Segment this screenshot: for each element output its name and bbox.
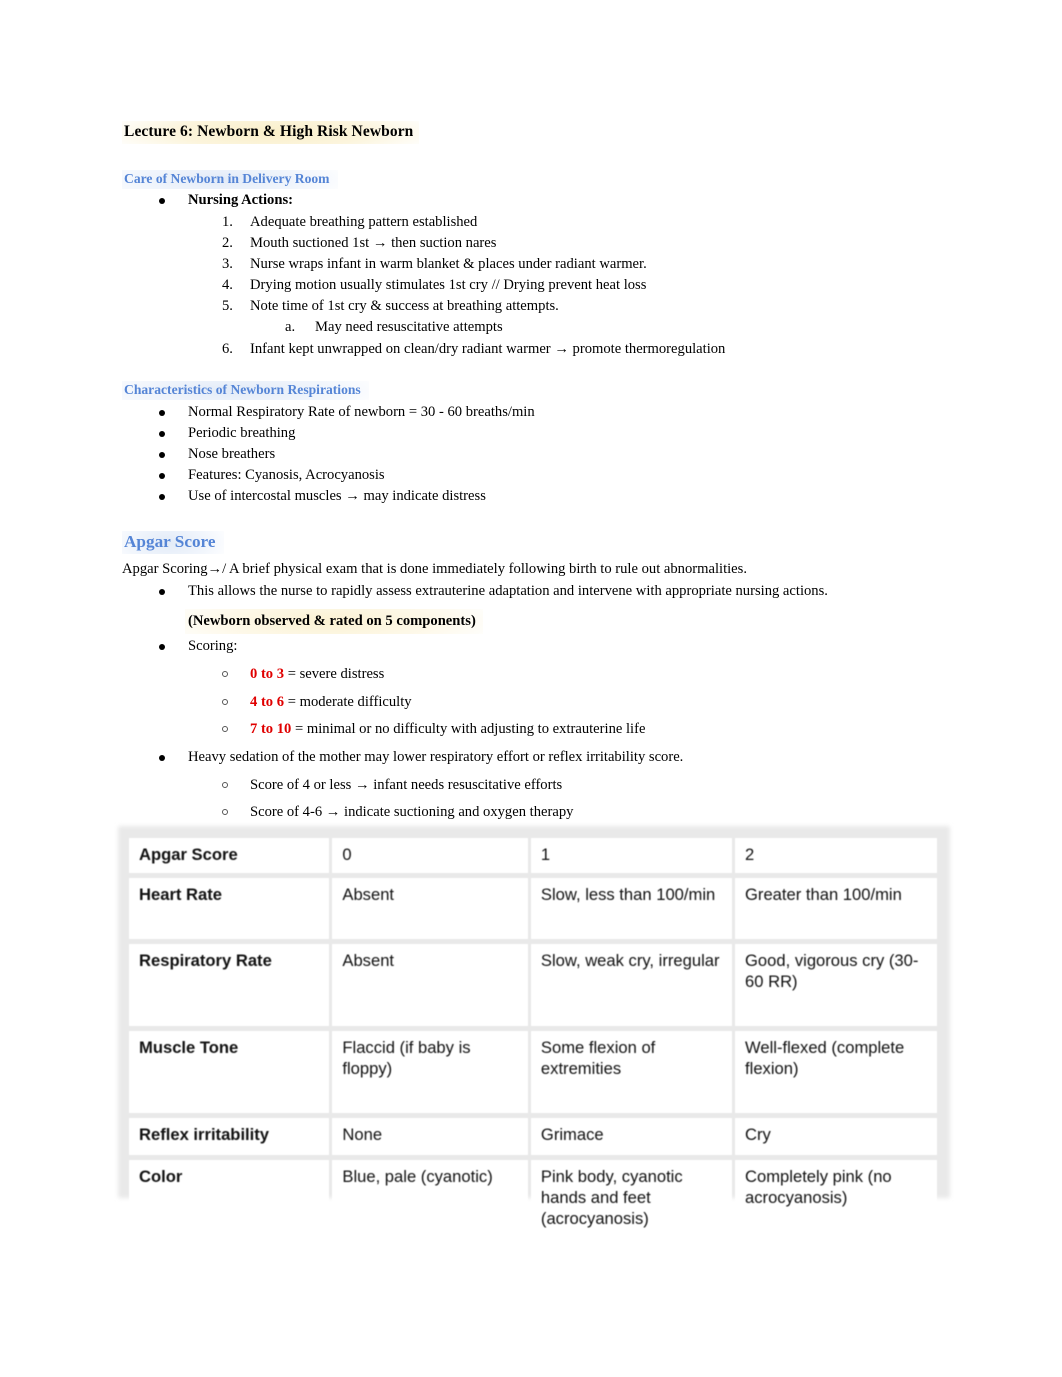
bullet-marker — [159, 410, 165, 416]
table-cell: Flaccid (if baby is floppy) — [332, 1031, 528, 1113]
table-cell: Slow, weak cry, irregular — [530, 944, 733, 1026]
score-action-item: Score of 4-6 → indicate suctioning and o… — [250, 802, 573, 822]
score-action-item: Score of 4 or less → infant needs resusc… — [250, 775, 562, 795]
list-item: Periodic breathing — [188, 425, 296, 441]
list-number: 5. — [222, 298, 233, 314]
list-number: 6. — [222, 341, 233, 357]
table-cell: Grimace — [530, 1118, 733, 1155]
scoring-label: Scoring: — [188, 638, 238, 654]
list-number: 1. — [222, 214, 233, 230]
table-row-label: Reflex irritability — [129, 1118, 330, 1155]
section-heading-newborn-respirations: Characteristics of Newborn Respirations — [122, 381, 369, 400]
list-number-sub: a. — [285, 319, 296, 335]
list-item-sub: May need resuscitative attempts — [315, 319, 503, 335]
table-cell: Absent — [332, 878, 528, 939]
sub-bullet-marker — [222, 809, 228, 815]
bullet-marker — [159, 755, 165, 761]
bullet-marker — [159, 473, 165, 479]
table-row-label: Color — [129, 1160, 330, 1275]
score-meaning: = moderate difficulty — [284, 694, 412, 710]
list-item: Adequate breathing pattern established — [250, 214, 478, 230]
newborn-components-note: (Newborn observed & rated on 5 component… — [185, 609, 483, 634]
sub-bullet-marker — [222, 671, 228, 677]
table-row-label: Heart Rate — [129, 878, 330, 939]
sub-bullet-marker — [222, 726, 228, 732]
list-item: Nurse wraps infant in warm blanket & pla… — [250, 256, 647, 272]
table-cell: Pink body, cyanotic hands and feet (acro… — [530, 1160, 733, 1275]
table-header-row: Apgar Score 0 1 2 — [129, 838, 937, 873]
apgar-score-table: Apgar Score 0 1 2 Heart Rate Absent Slow… — [126, 833, 940, 1280]
apgar-score-table-image: Apgar Score 0 1 2 Heart Rate Absent Slow… — [118, 826, 950, 1275]
table-header-cell: 2 — [735, 838, 937, 873]
table-cell: Cry — [735, 1118, 937, 1155]
list-item: Normal Respiratory Rate of newborn = 30 … — [188, 404, 535, 420]
table-row: Color Blue, pale (cyanotic) Pink body, c… — [129, 1160, 937, 1275]
score-meaning: = severe distress — [284, 666, 385, 682]
list-number: 4. — [222, 277, 233, 293]
score-action: → infant needs resuscitative efforts — [351, 777, 563, 793]
document-page: Lecture 6: Newborn & High Risk Newborn C… — [0, 0, 1062, 1377]
sub-bullet-marker — [222, 699, 228, 705]
section-heading-care-of-newborn: Care of Newborn in Delivery Room — [122, 170, 338, 189]
score-range: 0 to 3 — [250, 666, 285, 682]
scoring-range-item: 7 to 10 = minimal or no difficulty with … — [250, 719, 645, 739]
apgar-scoring-description: →/ A brief physical exam that is done im… — [207, 561, 747, 577]
table-row: Reflex irritability None Grimace Cry — [129, 1118, 937, 1155]
list-item: Features: Cyanosis, Acrocyanosis — [188, 467, 385, 483]
table-cell: Good, vigorous cry (30-60 RR) — [735, 944, 937, 1026]
table-row: Heart Rate Absent Slow, less than 100/mi… — [129, 878, 937, 939]
apgar-scoring-term: Apgar Scoring — [122, 561, 208, 577]
table-cell: Greater than 100/min — [735, 878, 937, 939]
bullet-marker — [159, 431, 165, 437]
bullet-marker — [159, 644, 165, 650]
table-cell: Some flexion of extremities — [530, 1031, 733, 1113]
score-action: → indicate suctioning and oxygen therapy — [322, 804, 574, 820]
page-title: Lecture 6: Newborn & High Risk Newborn — [122, 121, 420, 144]
list-item: Note time of 1st cry & success at breath… — [250, 298, 559, 314]
table-cell: Completely pink (no acrocyanosis) — [735, 1160, 937, 1275]
table-cell: Slow, less than 100/min — [530, 878, 733, 939]
section-heading-apgar-score: Apgar Score — [122, 531, 224, 554]
bullet-marker — [159, 494, 165, 500]
list-item: Infant kept unwrapped on clean/dry radia… — [250, 341, 726, 357]
score-range: 4 to 6 — [250, 694, 285, 710]
sub-bullet-marker — [222, 782, 228, 788]
list-item: Drying motion usually stimulates 1st cry… — [250, 277, 647, 293]
score-meaning: = minimal or no difficulty with adjustin… — [291, 721, 646, 737]
nursing-actions-label: Nursing Actions: — [188, 192, 294, 208]
table-cell: Absent — [332, 944, 528, 1026]
bullet-marker — [159, 452, 165, 458]
table-header-cell: Apgar Score — [129, 838, 330, 873]
scoring-range-item: 4 to 6 = moderate difficulty — [250, 692, 412, 712]
list-item: Nose breathers — [188, 446, 276, 462]
table-cell: None — [332, 1118, 528, 1155]
list-item: Mouth suctioned 1st → then suction nares — [250, 235, 497, 251]
table-header-cell: 1 — [530, 838, 733, 873]
bullet-marker — [159, 589, 165, 595]
bullet-marker — [159, 198, 165, 204]
score-range: 7 to 10 — [250, 721, 292, 737]
list-item: Use of intercostal muscles → may indicat… — [188, 488, 486, 504]
scoring-range-item: 0 to 3 = severe distress — [250, 664, 384, 684]
score-threshold: Score of 4-6 — [250, 804, 323, 820]
table-cell: Blue, pale (cyanotic) — [332, 1160, 528, 1275]
score-threshold: Score of 4 or less — [250, 777, 352, 793]
table-row-label: Muscle Tone — [129, 1031, 330, 1113]
table-row: Respiratory Rate Absent Slow, weak cry, … — [129, 944, 937, 1026]
sedation-note: Heavy sedation of the mother may lower r… — [188, 749, 684, 765]
list-number: 2. — [222, 235, 233, 251]
list-number: 3. — [222, 256, 233, 272]
table-row-label: Respiratory Rate — [129, 944, 330, 1026]
table-header-cell: 0 — [332, 838, 528, 873]
table-cell: Well-flexed (complete flexion) — [735, 1031, 937, 1113]
apgar-scoring-definition: Apgar Scoring→/ A brief physical exam th… — [122, 559, 747, 579]
list-item: This allows the nurse to rapidly assess … — [188, 583, 828, 599]
table-row: Muscle Tone Flaccid (if baby is floppy) … — [129, 1031, 937, 1113]
